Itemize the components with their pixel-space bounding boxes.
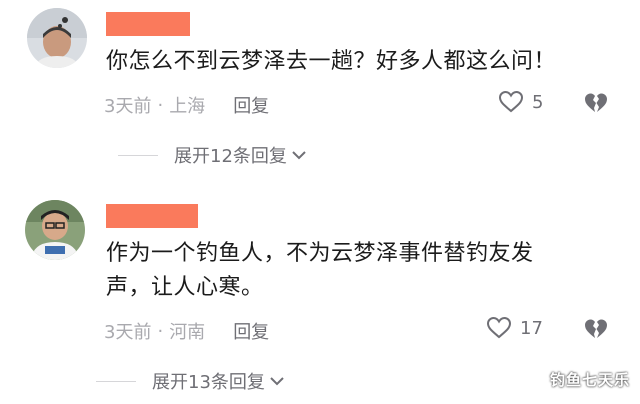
comment-location: 河南 xyxy=(169,322,206,343)
chevron-down-icon xyxy=(270,377,284,386)
heart-outline-icon xyxy=(498,90,524,113)
broken-heart-icon xyxy=(585,319,607,338)
expand-replies-button[interactable]: 展开13条回复 xyxy=(96,368,285,394)
chevron-down-icon xyxy=(292,151,306,160)
heart-outline-icon xyxy=(486,316,512,339)
dislike-button[interactable] xyxy=(584,92,608,118)
user-avatar[interactable] xyxy=(25,200,85,260)
user-avatar[interactable] xyxy=(27,8,87,68)
dislike-button[interactable] xyxy=(584,318,608,344)
watermark: 钓鱼七天乐 xyxy=(549,371,630,389)
expand-replies-label: 展开12条回复 xyxy=(174,146,287,167)
comment-time: 3天前 xyxy=(104,322,152,343)
comment-meta: 3天前 · 上海 回复 xyxy=(104,92,269,118)
comment-location: 上海 xyxy=(169,96,206,117)
comment-text-line2: 声，让人心寒。 xyxy=(106,275,264,300)
comment-time: 3天前 xyxy=(104,96,152,117)
username-redacted xyxy=(106,204,198,228)
like-count: 17 xyxy=(520,317,543,339)
comment-text: 你怎么不到云梦泽去一趟？好多人都这么问！ xyxy=(106,49,557,74)
expand-divider-line xyxy=(96,380,136,382)
like-button[interactable]: 5 xyxy=(498,90,543,114)
meta-separator: · xyxy=(157,94,164,116)
meta-separator: · xyxy=(157,320,164,342)
expand-replies-label: 展开13条回复 xyxy=(152,372,265,393)
expand-divider-line xyxy=(118,154,158,156)
comment-meta: 3天前 · 河南 回复 xyxy=(104,318,269,344)
like-button[interactable]: 17 xyxy=(486,316,543,340)
reply-button[interactable]: 回复 xyxy=(233,92,269,118)
expand-replies-button[interactable]: 展开12条回复 xyxy=(118,142,307,168)
like-count: 5 xyxy=(532,91,544,113)
broken-heart-icon xyxy=(585,93,607,112)
comment-text-line1: 作为一个钓鱼人，不为云梦泽事件替钓友发 xyxy=(106,241,534,266)
reply-button[interactable]: 回复 xyxy=(233,318,269,344)
username-redacted xyxy=(106,12,190,36)
